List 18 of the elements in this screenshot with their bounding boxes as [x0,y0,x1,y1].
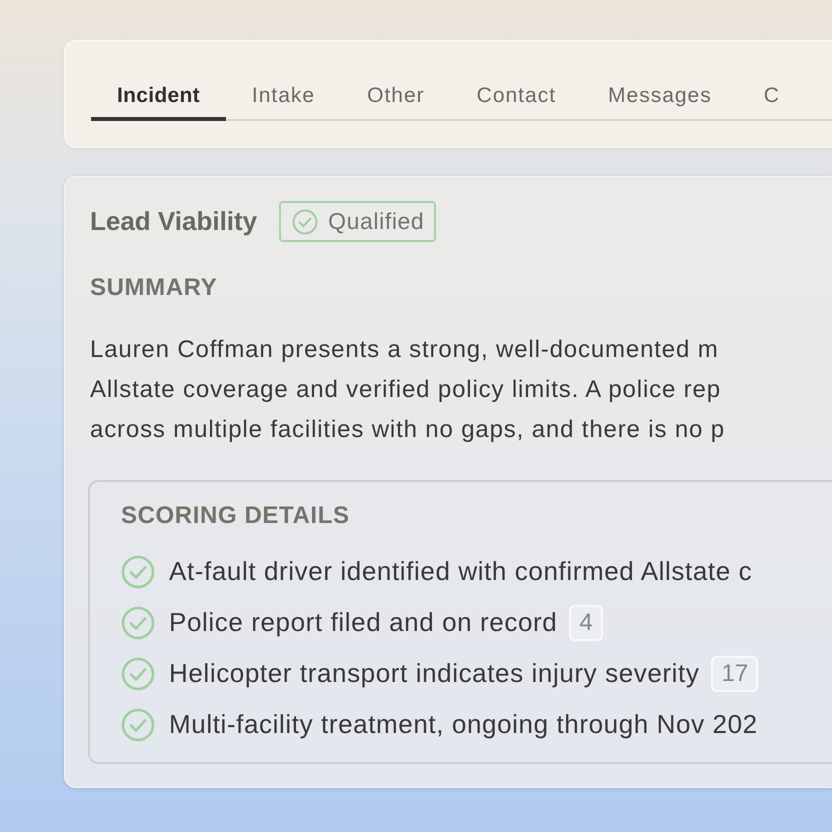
summary-paragraph: Lauren Coffman presents a strong, well-documented m Allstate coverage and verified policy limits. A police rep across multiple facilities with no gaps, and there is no p [90,335,726,445]
section-title: Lead Viability [90,206,258,237]
summary-heading: SUMMARY [90,274,218,302]
criterion-text: Helicopter transport indicates injury severity [169,658,700,689]
count-badge: 17 [711,656,758,692]
count-badge: 4 [569,604,603,640]
criterion-text: Police report filed and on record [169,607,558,638]
status-badge: Qualified [279,201,436,242]
tab[interactable]: C [738,75,806,121]
tab[interactable]: Intake [226,75,342,121]
tab[interactable]: Messages [582,75,738,121]
tab[interactable]: Contact [450,75,582,121]
scoring-heading: SCORING DETAILS [121,502,351,530]
check-circle-icon [292,208,318,234]
tab[interactable]: Other [341,75,451,121]
criterion-text: Multi-facility treatment, ongoing through Nov 202 [169,709,758,740]
tab[interactable]: Incident [91,75,226,121]
criterion-text: At-fault driver identified with confirmed Allstate c [169,556,752,587]
